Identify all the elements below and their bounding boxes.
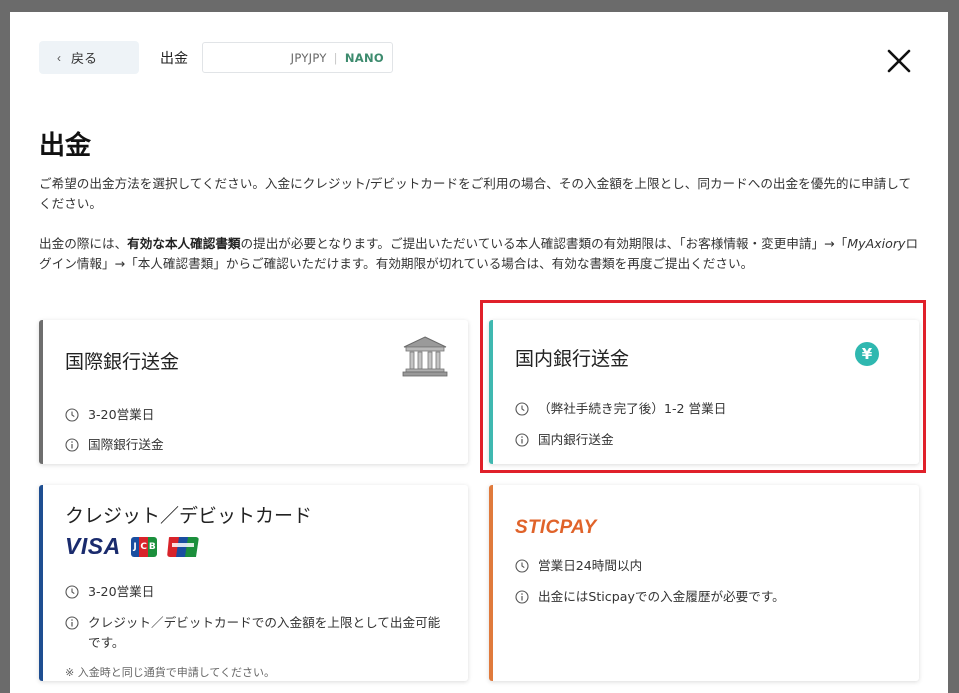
info-icon <box>515 433 529 447</box>
account-separator: | <box>333 50 338 65</box>
method-time-row: 営業日24時間以内 <box>515 556 642 576</box>
method-info-row: クレジット／デビットカードでの入金額を上限として出金可能です。 <box>65 613 450 653</box>
withdrawal-modal: ‹ 戻る 出金 JPYJPY | NANO 出金 ご希望の出金方法を選択してくだ… <box>10 12 948 693</box>
page-title: 出金 <box>39 131 92 161</box>
method-time: （弊社手続き完了後）1-2 営業日 <box>538 401 727 416</box>
method-info: 国内銀行送金 <box>538 432 614 447</box>
bank-icon <box>402 335 448 377</box>
info-icon <box>515 590 529 604</box>
method-info: クレジット／デビットカードでの入金額を上限として出金可能です。 <box>88 615 441 650</box>
close-icon[interactable] <box>882 44 916 78</box>
info-icon <box>65 438 79 452</box>
visa-logo: VISA <box>65 533 121 559</box>
clock-icon <box>65 585 79 599</box>
header-title: 出金 <box>160 51 188 67</box>
account-currency: JPYJPY <box>290 50 327 65</box>
description-id-documents: 出金の際には、有効な本人確認書類の提出が必要となります。ご提出いただいている本人… <box>39 234 919 274</box>
description-selection: ご希望の出金方法を選択してください。入金にクレジット/デビットカードをご利用の場… <box>39 176 912 211</box>
account-type: NANO <box>344 50 384 65</box>
clock-icon <box>515 559 529 573</box>
method-card-sticpay[interactable]: STICPAY 営業日24時間以内 出金にはSticpayでの入金履歴が必要です… <box>489 485 919 681</box>
jcb-logo: J C B <box>130 536 157 557</box>
info-icon <box>65 616 79 630</box>
unionpay-logo <box>166 536 199 557</box>
chevron-left-icon: ‹ <box>57 50 61 65</box>
method-info-row: 国際銀行送金 <box>65 435 164 455</box>
method-time-row: （弊社手続き完了後）1-2 営業日 <box>515 399 726 419</box>
description-brand: MyAxiory <box>847 236 906 251</box>
sticpay-logo: STICPAY <box>515 517 597 538</box>
description-text: の提出が必要となります。ご提出いただいている本人確認書類の有効期限は、「お客様情… <box>240 236 848 251</box>
back-button[interactable]: ‹ 戻る <box>39 41 139 74</box>
yen-icon: ¥ <box>855 342 879 366</box>
method-title: 国際銀行送金 <box>65 351 180 373</box>
clock-icon <box>515 402 529 416</box>
method-info: 国際銀行送金 <box>88 437 164 452</box>
method-card-domestic-bank[interactable]: 国内銀行送金 ¥ （弊社手続き完了後）1-2 営業日 国内銀行送金 <box>489 320 919 464</box>
method-card-international-bank[interactable]: 国際銀行送金 3-20営業日 国際銀行送金 <box>39 320 468 464</box>
method-info-row: 出金にはSticpayでの入金履歴が必要です。 <box>515 587 785 607</box>
method-info: 出金にはSticpayでの入金履歴が必要です。 <box>538 589 785 604</box>
method-note: ※ 入金時と同じ通貨で申請してください。 <box>65 666 276 679</box>
method-title: 国内銀行送金 <box>515 348 630 370</box>
method-time: 3-20営業日 <box>88 407 155 422</box>
jcb-letter: B <box>148 536 157 557</box>
clock-icon <box>65 408 79 422</box>
card-brand-logos: VISA J C B <box>65 533 199 560</box>
back-label: 戻る <box>71 51 98 66</box>
jcb-letter: C <box>139 536 149 557</box>
account-selector[interactable]: JPYJPY | NANO <box>202 42 393 73</box>
method-time: 3-20営業日 <box>88 584 155 599</box>
method-time-row: 3-20営業日 <box>65 582 154 602</box>
description-text: 出金の際には、 <box>39 236 128 251</box>
method-card-credit-debit[interactable]: クレジット／デビットカード VISA J C B 3-20営業日 クレジット／デ… <box>39 485 468 681</box>
method-title: クレジット／デビットカード <box>65 505 313 527</box>
method-time: 営業日24時間以内 <box>538 558 643 573</box>
method-info-row: 国内銀行送金 <box>515 430 614 450</box>
description-emphasis: 有効な本人確認書類 <box>127 236 241 251</box>
jcb-letter: J <box>130 536 140 557</box>
method-time-row: 3-20営業日 <box>65 405 154 425</box>
